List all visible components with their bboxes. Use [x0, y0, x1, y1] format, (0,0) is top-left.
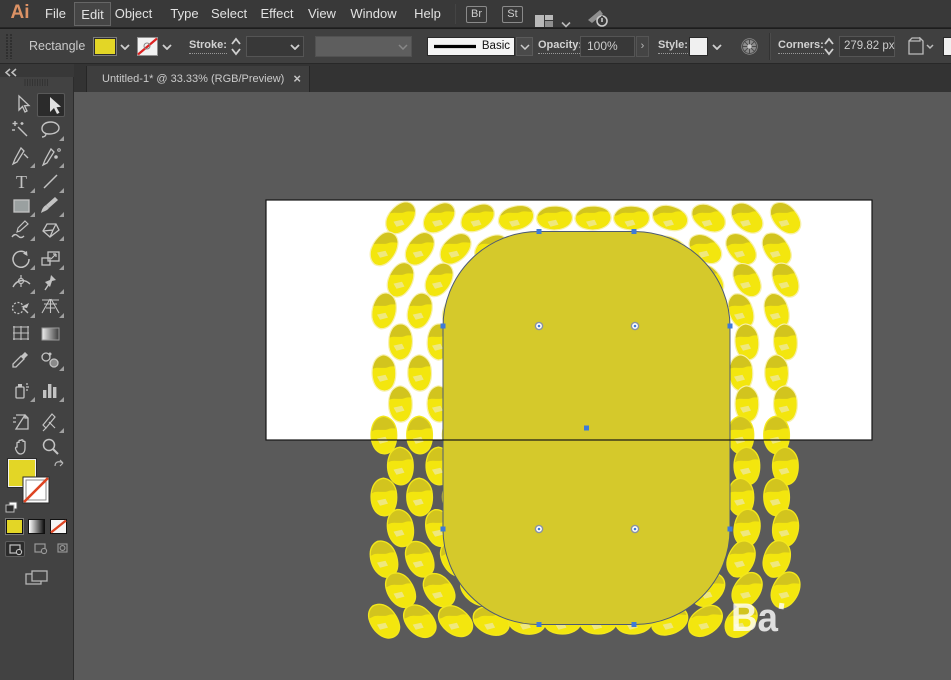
svg-text:T: T — [16, 172, 27, 192]
svg-text:Ba: Ba — [731, 596, 779, 640]
